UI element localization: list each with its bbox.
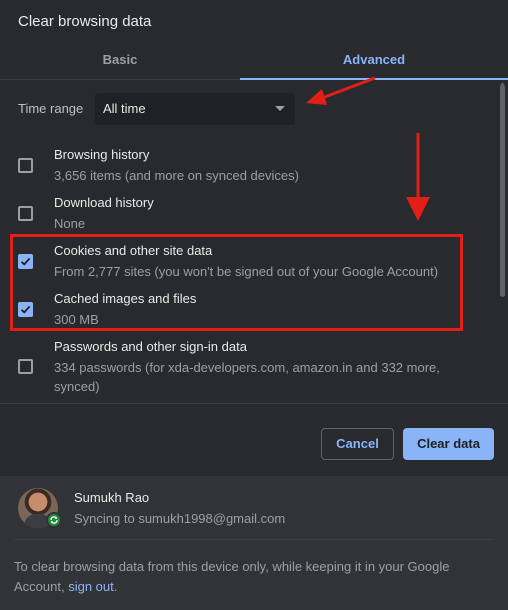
account-footer: Sumukh Rao Syncing to sumukh1998@gmail.c…: [0, 476, 508, 610]
option-subtitle: From 2,777 sites (you won't be signed ou…: [54, 264, 439, 279]
cookies-checkbox[interactable]: [18, 254, 33, 269]
chevron-down-icon: [275, 106, 285, 111]
browsing-history-checkbox[interactable]: [18, 158, 33, 173]
option-title: Passwords and other sign-in data: [54, 339, 247, 354]
time-range-row: Time range All time: [18, 93, 298, 125]
tab-advanced[interactable]: Advanced: [240, 45, 508, 80]
tab-bar: Basic Advanced: [0, 45, 508, 80]
option-title: Cookies and other site data: [54, 243, 213, 258]
sign-out-link[interactable]: sign out: [68, 579, 114, 594]
time-range-value: All time: [103, 101, 146, 116]
option-subtitle: 3,656 items (and more on synced devices): [54, 168, 299, 183]
option-browsing-history[interactable]: Browsing history 3,656 items (and more o…: [0, 143, 495, 191]
clear-browsing-data-dialog: Clear browsing data Basic Advanced Time …: [0, 0, 508, 610]
option-cookies[interactable]: Cookies and other site data From 2,777 s…: [0, 239, 495, 287]
option-title: Browsing history: [54, 147, 150, 162]
dialog-title: Clear browsing data: [18, 13, 152, 30]
check-icon: [20, 305, 31, 314]
divider: [0, 403, 508, 404]
option-cached-images[interactable]: Cached images and files 300 MB: [0, 287, 495, 335]
sign-out-note-suffix: .: [113, 579, 118, 594]
time-range-select[interactable]: All time: [95, 93, 295, 125]
option-download-history[interactable]: Download history None: [0, 191, 495, 239]
option-title: Download history: [54, 195, 154, 210]
sync-icon: [50, 516, 58, 524]
time-range-label: Time range: [18, 101, 84, 116]
footer-divider: [14, 539, 494, 540]
sign-out-note: To clear browsing data from this device …: [14, 557, 484, 597]
account-name: Sumukh Rao: [74, 490, 150, 505]
passwords-checkbox[interactable]: [18, 359, 33, 374]
option-subtitle: 300 MB: [54, 312, 99, 327]
option-subtitle: 334 passwords (for xda-developers.com, a…: [54, 360, 440, 394]
option-subtitle: None: [54, 216, 86, 231]
option-title: Cached images and files: [54, 291, 197, 306]
option-passwords[interactable]: Passwords and other sign-in data 334 pas…: [0, 335, 495, 403]
sync-badge: [46, 512, 62, 528]
options-panel: Time range All time Browsing history 3,6…: [0, 81, 508, 403]
tab-basic[interactable]: Basic: [0, 45, 240, 80]
download-history-checkbox[interactable]: [18, 206, 33, 221]
clear-data-button[interactable]: Clear data: [403, 428, 494, 460]
sync-status: Syncing to sumukh1998@gmail.com: [74, 511, 286, 526]
check-icon: [20, 257, 31, 266]
cancel-button[interactable]: Cancel: [321, 428, 394, 460]
scrollbar-thumb[interactable]: [500, 85, 505, 297]
active-tab-indicator: [240, 78, 508, 80]
cached-images-checkbox[interactable]: [18, 302, 33, 317]
